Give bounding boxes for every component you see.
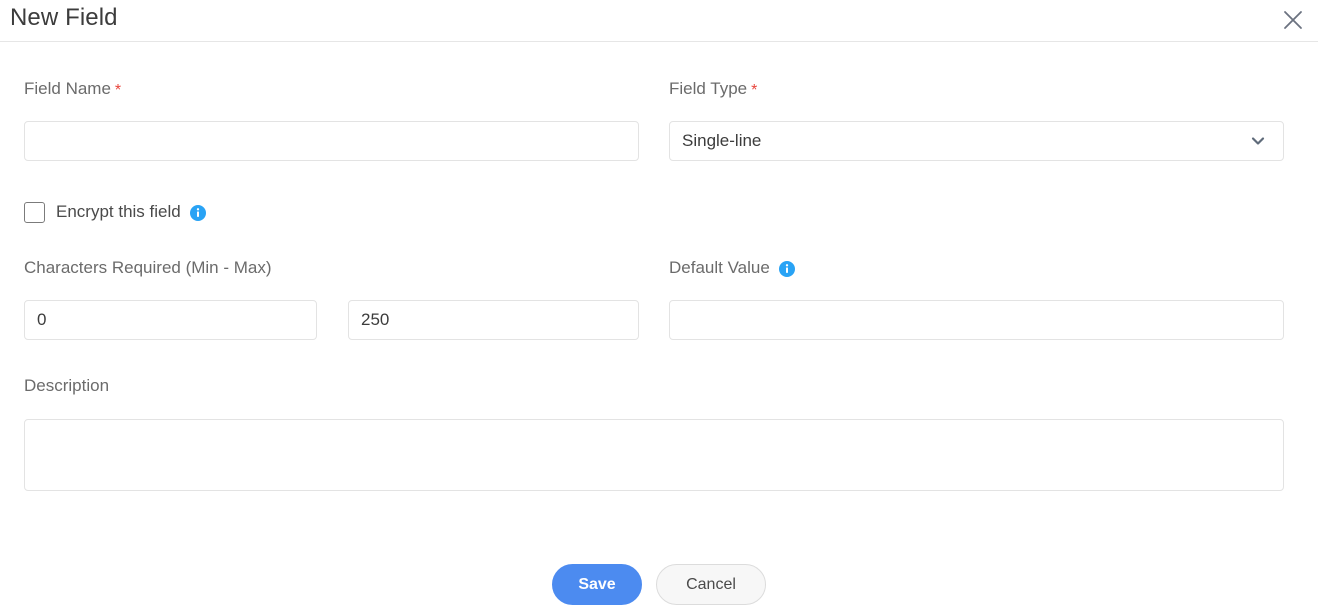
close-icon-glyph <box>1284 11 1302 29</box>
form-body: Field Name * Field Type * Single-line Encr… <box>0 42 1318 605</box>
save-button[interactable]: Save <box>552 564 642 605</box>
field-type-label-text: Field Type <box>669 79 748 98</box>
encrypt-field-label: Encrypt this field <box>56 202 181 221</box>
required-asterisk: * <box>751 82 758 99</box>
description-textarea[interactable] <box>24 419 1284 491</box>
new-field-dialog: New Field Field Name * Field Type * Single… <box>0 0 1318 605</box>
field-name-label: Field Name * <box>24 79 121 100</box>
chevron-down-icon <box>1249 132 1267 150</box>
default-value-label: Default Value <box>669 258 795 278</box>
info-icon[interactable] <box>189 205 206 221</box>
dialog-header: New Field <box>0 0 1318 42</box>
default-value-label-text: Default Value <box>669 258 770 277</box>
info-icon-glyph <box>778 261 795 277</box>
field-name-label-text: Field Name <box>24 79 111 98</box>
chevron-down-icon-glyph <box>1251 137 1265 145</box>
field-type-select-wrap: Single-line <box>669 121 1284 161</box>
field-name-input[interactable] <box>24 121 639 161</box>
characters-required-label: Characters Required (Min - Max) <box>24 258 272 277</box>
default-value-input[interactable] <box>669 300 1284 340</box>
field-type-selected-value: Single-line <box>682 131 762 150</box>
characters-max-input[interactable] <box>348 300 639 340</box>
field-type-select[interactable]: Single-line <box>669 121 1284 161</box>
dialog-footer: Save Cancel <box>0 564 1318 605</box>
encrypt-field-checkbox[interactable] <box>24 201 45 223</box>
info-icon[interactable] <box>778 261 795 277</box>
page-title: New Field <box>10 4 118 31</box>
field-type-label: Field Type * <box>669 79 757 100</box>
encrypt-field-row: Encrypt this field <box>24 200 206 224</box>
characters-min-input[interactable] <box>24 300 317 340</box>
info-icon-glyph <box>189 205 206 221</box>
description-label: Description <box>24 376 110 395</box>
close-icon[interactable] <box>1278 5 1308 35</box>
required-asterisk: * <box>114 82 122 99</box>
cancel-button[interactable]: Cancel <box>656 564 766 605</box>
